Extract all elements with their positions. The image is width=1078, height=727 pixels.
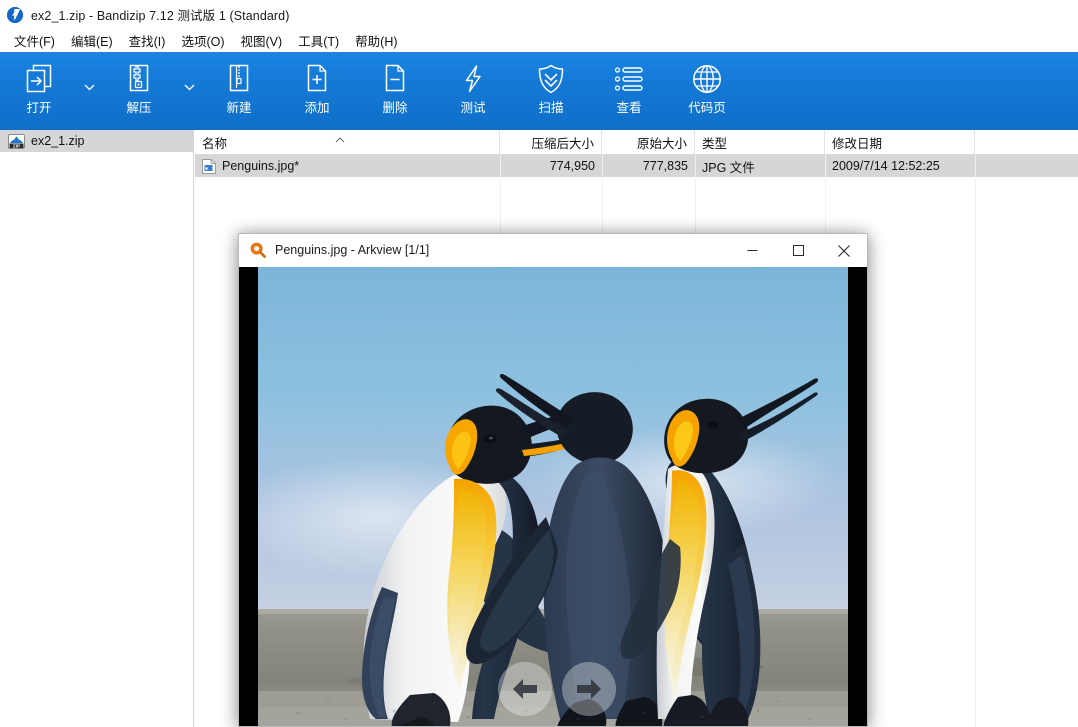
delete-file-icon (378, 61, 412, 97)
toolbar-scan-label: 扫描 (538, 101, 564, 115)
menu-help[interactable]: 帮助(H) (347, 29, 405, 52)
view-list-icon (612, 61, 646, 97)
codepage-globe-icon (690, 61, 724, 97)
toolbar-test-button[interactable]: 测试 (434, 52, 512, 128)
menu-file[interactable]: 文件(F) (6, 29, 63, 52)
close-button[interactable] (821, 234, 867, 267)
toolbar-codepage-label: 代码页 (688, 101, 726, 115)
file-list-header: 名称 压缩后大小 原始大小 类型 修改日期 (195, 130, 1078, 155)
column-header-name[interactable]: 名称 (195, 130, 500, 155)
toolbar-extract-label: 解压 (126, 101, 152, 115)
bandizip-bolt-icon (7, 6, 23, 23)
toolbar-view-button[interactable]: 查看 (590, 52, 668, 128)
menu-find[interactable]: 查找(I) (121, 29, 174, 52)
arkview-magnifier-icon (250, 242, 266, 258)
zip-archive-icon: ZIP (8, 133, 25, 150)
toolbar-new-button[interactable]: 新建 (200, 52, 278, 128)
cell-name: Penguins.jpg* (195, 155, 500, 177)
arkview-title: Penguins.jpg - Arkview [1/1] (275, 243, 430, 257)
main-toolbar: 打开 解压 新建 添加 删除 测试 扫描 查看 代码页 (0, 52, 1078, 130)
toolbar-add-button[interactable]: 添加 (278, 52, 356, 128)
arkview-window-controls (729, 234, 867, 267)
arkview-window: Penguins.jpg - Arkview [1/1] (238, 233, 868, 727)
toolbar-codepage-button[interactable]: 代码页 (668, 52, 746, 128)
cell-type: JPG 文件 (702, 160, 755, 175)
sidebar-item-label: ex2_1.zip (31, 134, 85, 148)
table-row[interactable]: Penguins.jpg* 774,950 777,835 JPG 文件 200… (195, 155, 1078, 177)
toolbar-new-label: 新建 (226, 101, 252, 115)
cell-name-text: Penguins.jpg* (222, 159, 300, 173)
cell-size: 777,835 (642, 159, 688, 173)
arrow-left-icon (513, 679, 537, 699)
toolbar-delete-label: 删除 (382, 101, 408, 115)
svg-text:ZIP: ZIP (13, 143, 20, 148)
toolbar-open-dropdown[interactable] (78, 52, 100, 128)
toolbar-open-label: 打开 (26, 101, 52, 115)
previous-image-button[interactable] (498, 662, 552, 716)
bandizip-main-window: ex2_1.zip - Bandizip 7.12 测试版 1 (Standar… (0, 0, 1078, 727)
sidebar-item-archive-root[interactable]: ZIP ex2_1.zip (0, 130, 193, 152)
maximize-button[interactable] (775, 234, 821, 267)
add-file-icon (300, 61, 334, 97)
menu-view[interactable]: 视图(V) (233, 29, 291, 52)
menubar: 文件(F) 编辑(E) 查找(I) 选项(O) 视图(V) 工具(T) 帮助(H… (0, 29, 1078, 52)
sort-ascending-icon (335, 130, 345, 143)
penguins-photo (258, 267, 848, 726)
cell-filler (975, 155, 1078, 177)
column-header-modified-label: 修改日期 (832, 137, 883, 151)
toolbar-open-button[interactable]: 打开 (0, 52, 78, 128)
toolbar-extract-dropdown[interactable] (178, 52, 200, 128)
toolbar-test-label: 测试 (460, 101, 486, 115)
extract-icon (122, 61, 156, 97)
column-header-type[interactable]: 类型 (695, 130, 825, 155)
column-header-size[interactable]: 原始大小 (602, 130, 695, 155)
next-image-button[interactable] (562, 662, 616, 716)
window-titlebar: ex2_1.zip - Bandizip 7.12 测试版 1 (Standar… (0, 0, 1078, 29)
column-header-modified[interactable]: 修改日期 (825, 130, 975, 155)
open-archive-icon (22, 61, 56, 97)
column-header-filler (975, 130, 1078, 155)
test-bolt-icon (456, 61, 490, 97)
toolbar-delete-button[interactable]: 删除 (356, 52, 434, 128)
column-header-type-label: 类型 (702, 137, 728, 151)
menu-edit[interactable]: 编辑(E) (63, 29, 121, 52)
column-header-name-label: 名称 (202, 137, 228, 151)
toolbar-view-label: 查看 (616, 101, 642, 115)
minimize-button[interactable] (729, 234, 775, 267)
toolbar-add-label: 添加 (304, 101, 330, 115)
arrow-right-icon (577, 679, 601, 699)
window-title: ex2_1.zip - Bandizip 7.12 测试版 1 (Standar… (31, 9, 290, 23)
cell-modified: 2009/7/14 12:52:25 (832, 159, 940, 173)
column-header-packed-size-label: 压缩后大小 (531, 137, 594, 151)
toolbar-scan-button[interactable]: 扫描 (512, 52, 590, 128)
new-archive-icon (222, 61, 256, 97)
arkview-titlebar: Penguins.jpg - Arkview [1/1] (239, 234, 867, 267)
menu-options[interactable]: 选项(O) (173, 29, 232, 52)
toolbar-extract-button[interactable]: 解压 (100, 52, 178, 128)
scan-shield-icon (534, 61, 568, 97)
arkview-image-canvas[interactable] (239, 267, 867, 726)
cell-packed-size: 774,950 (549, 159, 595, 173)
menu-tools[interactable]: 工具(T) (290, 29, 347, 52)
column-header-size-label: 原始大小 (636, 137, 687, 151)
column-header-packed-size[interactable]: 压缩后大小 (500, 130, 602, 155)
image-file-icon (202, 158, 216, 174)
folder-tree-sidebar: ZIP ex2_1.zip (0, 130, 194, 727)
